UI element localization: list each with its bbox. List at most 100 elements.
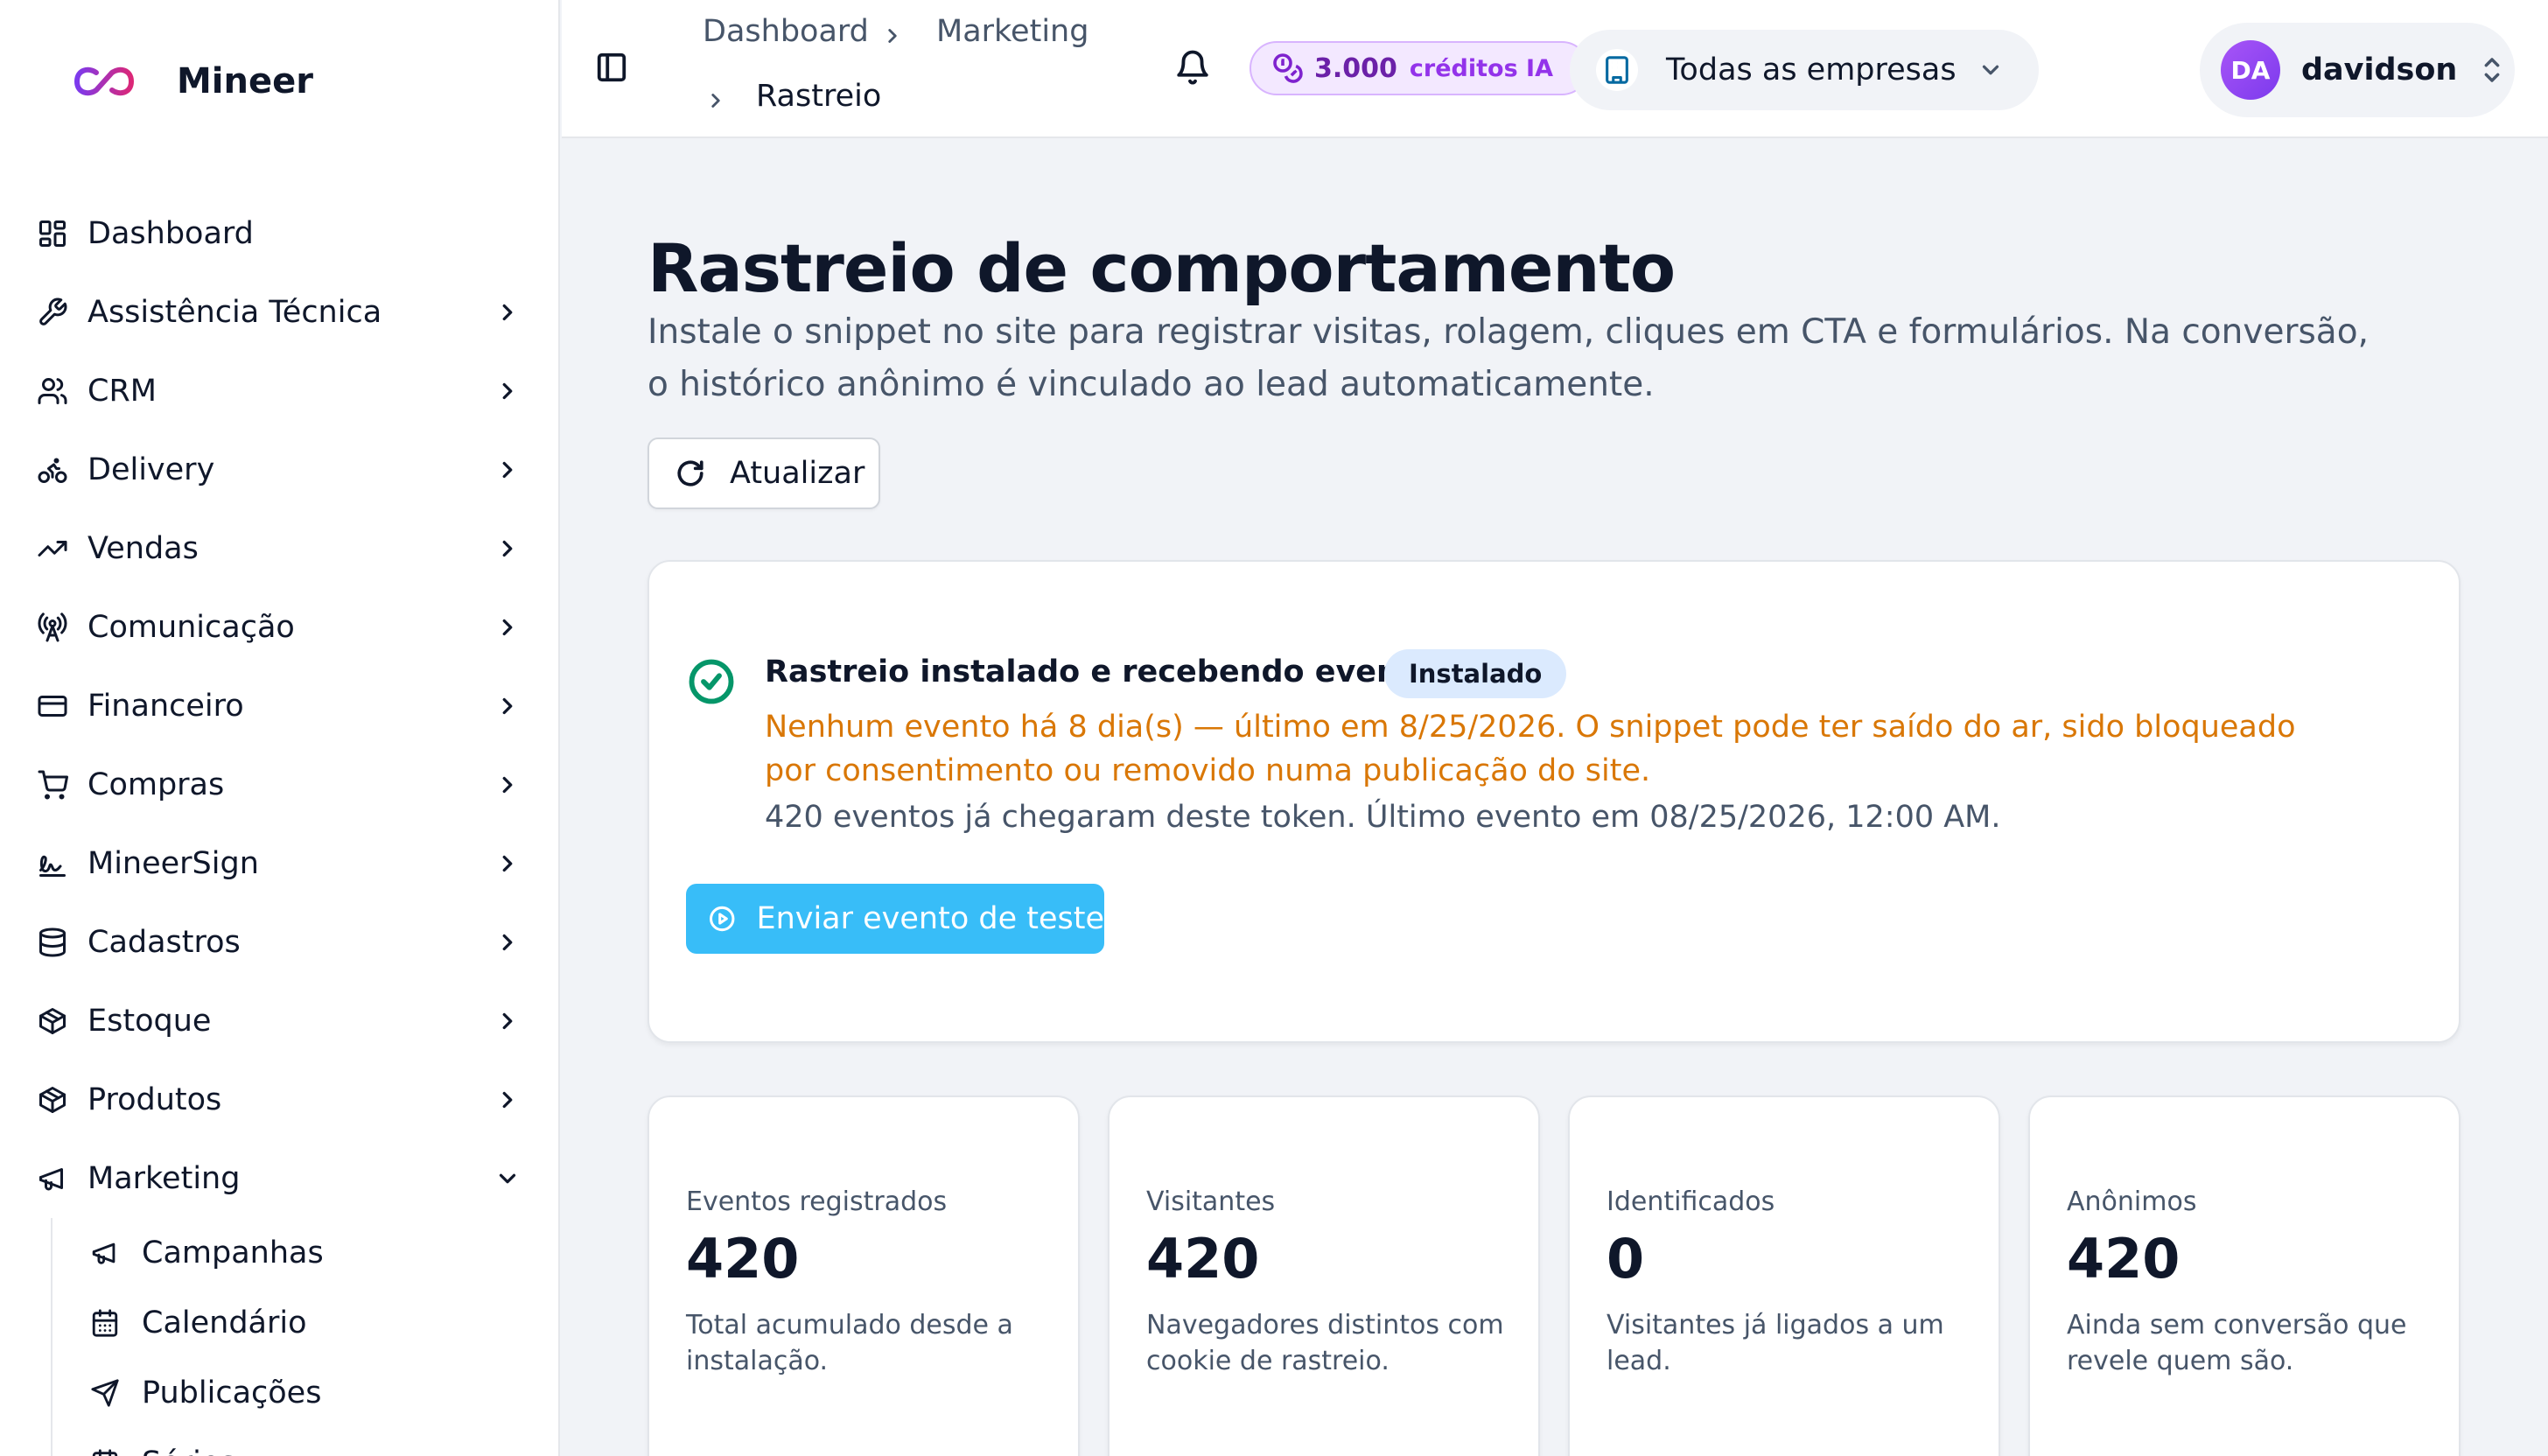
sidebar-item-comunicacao[interactable]: Comunicação (0, 588, 560, 667)
notifications-button[interactable] (1174, 49, 1213, 88)
company-selector[interactable]: Todas as empresas (1570, 30, 2039, 110)
trending-up-icon (35, 531, 70, 566)
stat-label: Anônimos (2067, 1186, 2197, 1217)
chevron-right-icon (490, 1082, 525, 1117)
breadcrumb-marketing[interactable]: Marketing (936, 14, 1088, 49)
sidebar-item-label: Calendário (142, 1306, 307, 1340)
breadcrumb-dashboard[interactable]: Dashboard (703, 14, 869, 49)
marketing-submenu: Campanhas Calendário Publicações Séries (51, 1218, 560, 1456)
refresh-button[interactable]: Atualizar (648, 438, 880, 509)
page-title: Rastreio de comportamento (648, 229, 1676, 307)
sidebar-item-publicacoes[interactable]: Publicações (52, 1358, 560, 1428)
check-circle-icon (688, 658, 735, 705)
calendar-icon (88, 1446, 122, 1456)
sidebar-item-estoque[interactable]: Estoque (0, 982, 560, 1060)
stat-label: Identificados (1606, 1186, 1775, 1217)
sidebar-item-label: Vendas (88, 531, 199, 566)
wrench-icon (35, 295, 70, 330)
stat-description: Ainda sem conversão que revele quem são. (2067, 1310, 2407, 1376)
package-icon (35, 1004, 70, 1039)
user-menu[interactable]: DA davidson (2200, 23, 2515, 117)
page-description: Instale o snippet no site para registrar… (648, 312, 2369, 404)
sidebar-item-assistencia-tecnica[interactable]: Assistência Técnica (0, 273, 560, 352)
chevron-right-icon (881, 24, 904, 47)
sidebar-item-compras[interactable]: Compras (0, 746, 560, 824)
panel-left-icon (597, 52, 626, 82)
chevron-right-icon (490, 452, 525, 487)
bike-icon (35, 452, 70, 487)
sidebar-item-label: Campanhas (142, 1236, 324, 1270)
chevron-down-icon (1978, 57, 2004, 83)
sidebar-item-label: Produtos (88, 1082, 222, 1117)
brand-name: Mineer (177, 61, 313, 102)
sidebar-item-label: MineerSign (88, 846, 259, 881)
stat-value: 420 (1146, 1227, 1260, 1291)
top-bar: Dashboard Marketing Rastreio 3.000 crédi… (562, 0, 2548, 138)
stat-value: 420 (686, 1227, 800, 1291)
cart-icon (35, 767, 70, 802)
megaphone-icon (35, 1161, 70, 1196)
stat-card-identificados: Identificados 0 Visitantes já ligados a … (1568, 1096, 2000, 1456)
sidebar-item-label: Marketing (88, 1161, 241, 1196)
calendar-icon (88, 1306, 122, 1340)
sidebar-item-label: CRM (88, 374, 157, 409)
play-circle-icon (710, 906, 735, 932)
broadcast-icon (35, 610, 70, 645)
brand[interactable]: Mineer (70, 61, 313, 102)
sidebar-item-label: Financeiro (88, 689, 244, 724)
status-title: Rastreio instalado e recebendo eventos (765, 654, 1452, 690)
sidebar-item-label: Compras (88, 767, 225, 802)
sidebar-item-marketing[interactable]: Marketing (0, 1139, 560, 1218)
sidebar-item-vendas[interactable]: Vendas (0, 509, 560, 588)
send-test-event-button[interactable]: Enviar evento de teste (686, 884, 1104, 954)
sidebar-item-delivery[interactable]: Delivery (0, 430, 560, 509)
building-icon (1596, 49, 1638, 91)
chevron-right-icon (490, 374, 525, 409)
send-test-event-label: Enviar evento de teste (756, 901, 1104, 936)
stat-description: Visitantes já ligados a um lead. (1606, 1310, 1944, 1376)
sidebar-toggle-button[interactable] (595, 51, 630, 86)
package-icon (35, 1082, 70, 1117)
credits-label: créditos IA (1409, 54, 1553, 82)
stat-card-eventos: Eventos registrados 420 Total acumulado … (648, 1096, 1080, 1456)
coins-icon (1273, 53, 1303, 83)
status-warning: Nenhum evento há 8 dia(s) — último em 8/… (765, 710, 2296, 788)
chevron-right-icon (490, 767, 525, 802)
signature-icon (35, 846, 70, 881)
stat-description: Navegadores distintos com cookie de rast… (1146, 1310, 1504, 1376)
status-badge: Instalado (1384, 649, 1567, 698)
sidebar-item-dashboard[interactable]: Dashboard (0, 194, 560, 273)
chevron-right-icon (490, 689, 525, 724)
sidebar-item-label: Delivery (88, 452, 215, 487)
sidebar-item-label: Cadastros (88, 925, 241, 960)
sidebar-item-cadastros[interactable]: Cadastros (0, 903, 560, 982)
sidebar-item-campanhas[interactable]: Campanhas (52, 1218, 560, 1288)
sidebar-nav: Dashboard Assistência Técnica CRM Delive… (0, 194, 560, 1456)
chevron-right-icon (490, 531, 525, 566)
sidebar-item-label: Séries (142, 1446, 560, 1456)
sidebar-item-calendario[interactable]: Calendário (52, 1288, 560, 1358)
stat-label: Visitantes (1146, 1186, 1276, 1217)
chevron-right-icon (704, 89, 727, 112)
sidebar-item-crm[interactable]: CRM (0, 352, 560, 430)
chevron-right-icon (490, 846, 525, 881)
sidebar-item-series[interactable]: Séries (52, 1428, 560, 1456)
refresh-button-label: Atualizar (730, 456, 865, 491)
credit-card-icon (35, 689, 70, 724)
stat-description: Total acumulado desde a instalação. (686, 1310, 1013, 1376)
chevron-right-icon (490, 610, 525, 645)
tracking-status-card: Rastreio instalado e recebendo eventos I… (648, 560, 2460, 1043)
breadcrumb-current: Rastreio (756, 79, 882, 114)
chevron-right-icon (490, 925, 525, 960)
user-name: davidson (2301, 52, 2458, 88)
ai-credits-badge[interactable]: 3.000 créditos IA (1250, 41, 1589, 95)
sidebar-item-mineersign[interactable]: MineerSign (0, 824, 560, 903)
chevron-right-icon (490, 295, 525, 330)
sidebar-item-produtos[interactable]: Produtos (0, 1060, 560, 1139)
stat-card-visitantes: Visitantes 420 Navegadores distintos com… (1108, 1096, 1540, 1456)
company-selector-value: Todas as empresas (1666, 52, 1956, 88)
sidebar-item-financeiro[interactable]: Financeiro (0, 667, 560, 746)
sidebar-item-label: Estoque (88, 1004, 212, 1039)
sidebar-item-label: Dashboard (88, 216, 254, 251)
mineer-logo-icon (74, 66, 135, 96)
